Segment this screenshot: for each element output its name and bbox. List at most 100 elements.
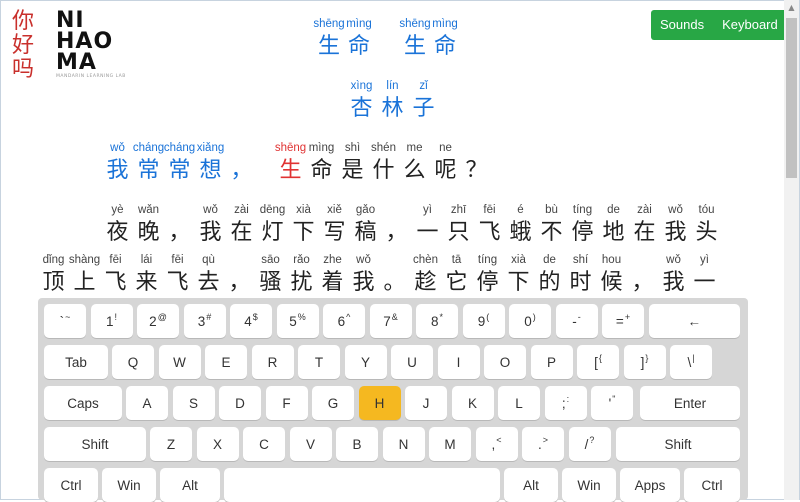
key-6[interactable]: 6 ^ [323,304,365,338]
logo: 你好吗 NI HAO MA MANDARIN LEARNING LAB [12,10,127,90]
pinyin: fēi [109,254,122,266]
key-space[interactable] [224,468,500,502]
key-label: Ctrl [701,477,723,493]
key-symbol[interactable]: \ | [670,345,712,379]
key-j[interactable]: J [405,386,447,420]
key-symbol[interactable]: = + [602,304,644,338]
pinyin: ne [439,142,452,154]
key-t[interactable]: T [298,345,340,379]
hanzi: ， [631,270,654,295]
key-b[interactable]: B [336,427,378,461]
key-shift-label: ( [486,312,490,322]
key-k[interactable]: K [451,386,494,420]
key-3[interactable]: 3 # [183,304,226,338]
key-a[interactable]: A [126,386,168,420]
key-z[interactable]: Z [150,427,192,461]
key-win[interactable]: Win [102,468,156,502]
key-symbol[interactable]: ' " [591,386,633,420]
pinyin: shì [344,142,361,154]
key-label: E [221,354,231,370]
poem-author: xìng 杏 lín 林 zǐ 子 [346,78,439,124]
key-shift-label: ) [532,312,536,322]
key-y[interactable]: Y [344,345,387,379]
key-7[interactable]: 7 & [369,304,412,338]
ruby-char: fēi 飞 [474,202,505,248]
pinyin: wǒ [666,254,681,266]
key-apps[interactable]: Apps [620,468,680,502]
key-symbol[interactable]: -- [555,304,598,338]
key-w[interactable]: W [158,345,201,379]
key-symbol[interactable]: ;: [544,386,587,420]
key-l[interactable]: L [498,386,540,420]
key-5[interactable]: 5% [276,304,319,338]
key-8[interactable]: 8 * [416,304,458,338]
hanzi: 蛾 [509,220,532,245]
key-d[interactable]: D [219,386,261,420]
key-shift[interactable]: Shift [616,427,740,461]
key-symbol[interactable]: . > [522,427,564,461]
key-alt[interactable]: Alt [504,468,558,502]
hanzi: 在 [230,220,253,245]
sounds-button[interactable]: Sounds [651,10,713,40]
key-tab[interactable]: Tab [44,345,108,379]
key-4[interactable]: 4 $ [230,304,272,338]
key-symbol[interactable]: /? [568,427,611,461]
key-ctrl[interactable]: Ctrl [684,468,740,502]
key-n[interactable]: N [382,427,425,461]
key-r[interactable]: R [251,345,294,379]
ruby-char: shēng 生 [313,16,344,62]
key-i[interactable]: I [437,345,480,379]
scrollbar-thumb[interactable] [786,18,797,178]
key-enter[interactable]: Enter [640,386,740,420]
key-shift[interactable]: Shift [44,427,146,461]
key-symbol[interactable]: ← [648,304,740,338]
pinyin: yì [700,254,709,266]
key-g[interactable]: G [312,386,354,420]
key-caps[interactable]: Caps [44,386,122,420]
key-p[interactable]: P [530,345,573,379]
key-e[interactable]: E [205,345,247,379]
key-symbol[interactable]: , < [475,427,518,461]
key-1[interactable]: 1! [90,304,133,338]
key-symbol[interactable]: ` ~ [44,304,86,338]
key-shift-label: # [206,312,212,322]
key-9[interactable]: 9( [462,304,505,338]
key-s[interactable]: S [172,386,215,420]
key-label: 3 [197,313,206,329]
key-symbol[interactable]: ]} [623,345,666,379]
header-button-group: Sounds Keyboard [651,10,787,40]
key-h[interactable]: H [358,386,401,420]
keyboard-button[interactable]: Keyboard [713,10,787,40]
scroll-up-arrow-icon[interactable]: ▲ [784,0,799,15]
key-shift-label: < [496,435,502,445]
ruby-char: ， [164,202,195,248]
pinyin: me [406,142,423,154]
pinyin: cháng [132,142,165,154]
hanzi: 地 [602,220,625,245]
key-symbol[interactable]: [{ [577,345,619,379]
key-v[interactable]: V [289,427,332,461]
key-label: Apps [634,477,666,493]
ruby-char: zài 在 [629,202,660,248]
pinyin: zhe [323,254,342,266]
key-label: Caps [67,395,99,411]
hanzi: ， [385,220,408,245]
hanzi: ， [228,270,251,295]
key-x[interactable]: X [196,427,239,461]
key-label: Shift [81,436,109,452]
key-o[interactable]: O [484,345,526,379]
key-2[interactable]: 2 @ [137,304,179,338]
key-c[interactable]: C [243,427,285,461]
key-q[interactable]: Q [112,345,154,379]
key-alt[interactable]: Alt [160,468,220,502]
key-f[interactable]: F [265,386,308,420]
key-win[interactable]: Win [562,468,616,502]
key-u[interactable]: U [391,345,433,379]
pinyin: mìng [432,18,458,30]
hanzi: 命 [433,34,456,59]
text-line-1: wǒ 我 cháng 常 cháng 常 xiǎng 想， shēng 生 mìng 命 shì 是 shé… [102,140,492,186]
key-ctrl[interactable]: Ctrl [44,468,98,502]
key-0[interactable]: 0) [509,304,551,338]
hanzi: 飞 [478,220,501,245]
key-m[interactable]: M [429,427,471,461]
